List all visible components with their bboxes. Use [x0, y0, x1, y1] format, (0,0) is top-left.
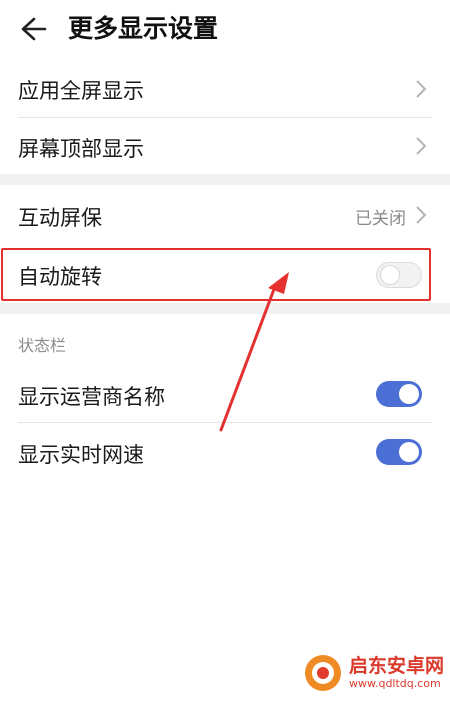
annotation-arrow-icon	[219, 272, 289, 432]
watermark-logo-icon	[304, 655, 341, 691]
watermark-url: www.qdltdq.com	[348, 677, 441, 690]
watermark: 启东安卓网 www.qdltdq.com	[303, 653, 444, 693]
watermark-name: 启东安卓网	[348, 655, 444, 677]
